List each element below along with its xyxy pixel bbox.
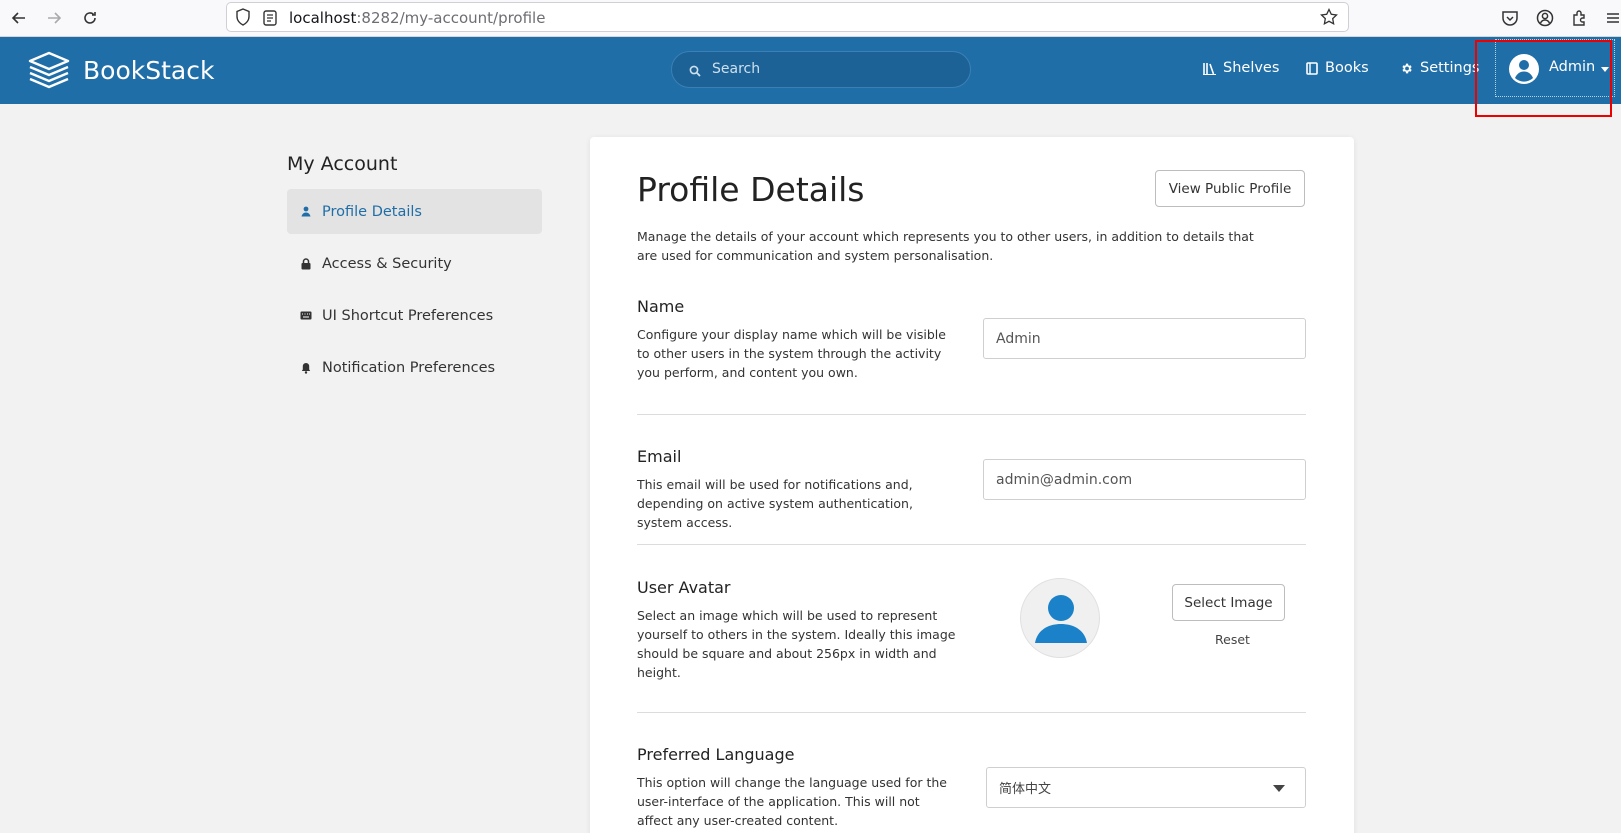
name-label: Name (637, 297, 685, 316)
highlight-box (1475, 40, 1612, 117)
language-label: Preferred Language (637, 745, 795, 764)
sidebar-item-label: Notification Preferences (322, 359, 496, 376)
nav-settings[interactable]: Settings (1400, 60, 1479, 76)
reset-avatar-button[interactable]: Reset (1215, 632, 1250, 647)
select-image-button[interactable]: Select Image (1172, 584, 1285, 621)
avatar-description: Select an image which will be used to re… (637, 608, 956, 680)
name-description: Configure your display name which will b… (637, 327, 946, 380)
sidebar-item-label: Access & Security (322, 255, 452, 272)
profile-card: Profile Details View Public Profile Mana… (590, 137, 1354, 833)
name-field[interactable]: Admin (983, 318, 1306, 359)
language-value: 简体中文 (999, 782, 1052, 797)
language-select[interactable]: 简体中文 (986, 767, 1306, 808)
account-icon[interactable] (1533, 6, 1557, 30)
nav-shelves[interactable]: Shelves (1203, 60, 1279, 76)
nav-books[interactable]: Books (1306, 60, 1369, 76)
lock-icon (300, 257, 312, 270)
search-icon (689, 62, 701, 81)
divider (637, 712, 1306, 713)
browser-toolbar: localhost:8282/my-account/profile (0, 0, 1621, 37)
avatar-label: User Avatar (637, 578, 731, 597)
chevron-down-icon (1273, 785, 1285, 792)
app-name: BookStack (83, 55, 215, 85)
extensions-icon[interactable] (1568, 6, 1592, 30)
page-info-icon[interactable] (263, 10, 277, 30)
nav-settings-label: Settings (1420, 60, 1480, 76)
app-header: BookStack Search Shelves Books Settings … (0, 37, 1621, 104)
sidebar-title: My Account (287, 153, 398, 175)
back-icon[interactable] (8, 7, 30, 29)
sidebar-item-ui-shortcuts[interactable]: UI Shortcut Preferences (287, 293, 542, 338)
bookmark-star-icon[interactable] (1320, 7, 1338, 30)
sidebar-item-label: Profile Details (322, 203, 422, 220)
keyboard-icon (300, 311, 312, 320)
divider (637, 414, 1306, 415)
shield-icon (235, 8, 251, 30)
intro-text: Manage the details of your account which… (637, 229, 1254, 263)
forward-icon[interactable] (43, 7, 65, 29)
name-value: Admin (996, 330, 1041, 347)
bookstack-logo-icon (28, 51, 70, 89)
bell-icon (300, 362, 312, 374)
pocket-icon[interactable] (1498, 6, 1522, 30)
nav-books-label: Books (1325, 60, 1369, 76)
books-icon (1306, 61, 1318, 75)
sidebar-item-notifications[interactable]: Notification Preferences (287, 345, 542, 390)
page-title: Profile Details (637, 170, 865, 209)
search-placeholder: Search (712, 61, 761, 77)
language-description: This option will change the language use… (637, 775, 947, 828)
search-input[interactable]: Search (671, 51, 971, 88)
email-label: Email (637, 447, 682, 466)
sidebar-item-label: UI Shortcut Preferences (322, 307, 494, 324)
user-icon (300, 206, 312, 217)
url-bar[interactable]: localhost:8282/my-account/profile (226, 2, 1349, 32)
email-value: admin@admin.com (996, 471, 1133, 488)
view-public-profile-button[interactable]: View Public Profile (1155, 170, 1305, 207)
gear-icon (1402, 63, 1412, 73)
user-avatar-icon (1035, 595, 1087, 643)
avatar-preview (1020, 578, 1100, 658)
nav-shelves-label: Shelves (1223, 60, 1280, 76)
divider (637, 544, 1306, 545)
email-description: This email will be used for notification… (637, 477, 913, 530)
reload-icon[interactable] (79, 7, 101, 29)
sidebar-item-access-security[interactable]: Access & Security (287, 241, 542, 286)
menu-icon[interactable] (1603, 6, 1621, 30)
shelves-icon (1203, 62, 1216, 75)
email-field[interactable]: admin@admin.com (983, 459, 1306, 500)
url-text[interactable]: localhost:8282/my-account/profile (289, 9, 545, 27)
sidebar-item-profile-details[interactable]: Profile Details (287, 189, 542, 234)
logo[interactable]: BookStack (28, 51, 214, 89)
